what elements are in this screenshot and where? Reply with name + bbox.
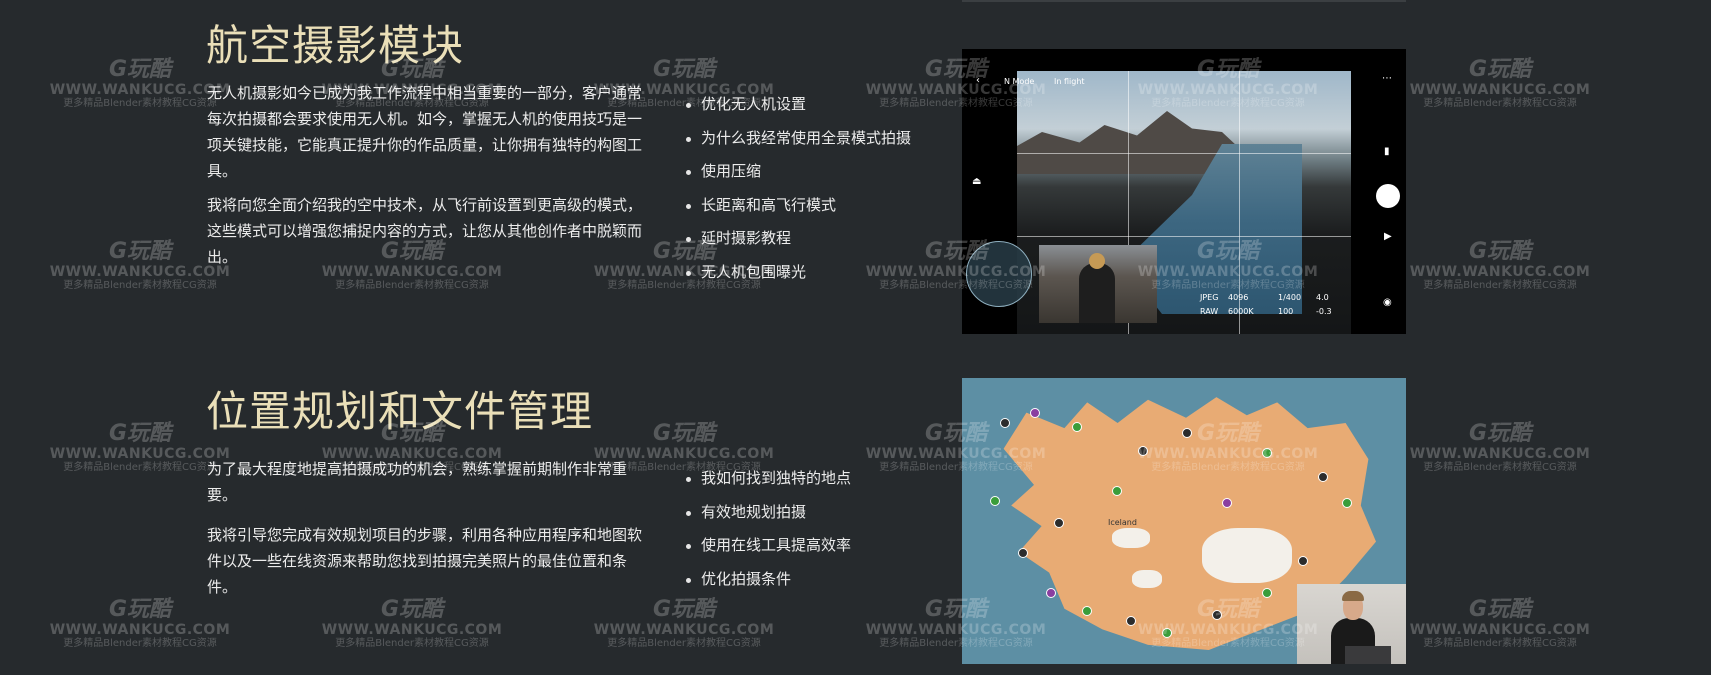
topic-list: 优化无人机设置 为什么我经常使用全景模式拍摄 使用压缩 长距离和高飞行模式 延时…: [683, 88, 911, 289]
map-pin: [1262, 588, 1272, 598]
topic-item: 有效地规划拍摄: [683, 496, 851, 530]
drone-screenshot-image: ‹ N Mode In flight ⋯ ⏏ ▮ ▶ ◉ JPEG 4096 1…: [962, 49, 1406, 334]
section-title: 航空摄影模块: [206, 21, 465, 70]
map-pin: [1046, 588, 1056, 598]
radar-map: [966, 241, 1032, 307]
ev-readout: -0.3: [1316, 307, 1332, 316]
map-pin: [1072, 422, 1082, 432]
aperture-readout: 4.0: [1316, 293, 1329, 302]
camera-icon: ◉: [1383, 297, 1392, 308]
map-pin: [1298, 556, 1308, 566]
iceland-map-image: Iceland: [962, 378, 1406, 664]
map-pin: [1222, 498, 1232, 508]
section-paragraph: 我将向您全面介绍我的空中技术，从飞行前设置到更高级的模式，这些模式可以增强您捕捉…: [207, 196, 643, 266]
back-icon: ‹: [976, 75, 980, 86]
shutter-readout: 1/400: [1278, 293, 1302, 302]
map-pin: [1112, 486, 1122, 496]
map-label: Iceland: [1108, 518, 1137, 527]
topic-item: 使用压缩: [683, 155, 911, 189]
topic-item: 我如何找到独特的地点: [683, 462, 851, 496]
presenter: [1079, 253, 1115, 323]
grid-line: [1017, 153, 1351, 154]
glacier: [1112, 528, 1150, 548]
map-pin: [990, 496, 1000, 506]
map-pin: [1082, 606, 1092, 616]
map-pin: [1126, 616, 1136, 626]
glacier: [1132, 570, 1162, 588]
topic-item: 为什么我经常使用全景模式拍摄: [683, 122, 911, 156]
grid-line: [1017, 236, 1351, 237]
topic-item: 优化拍摄条件: [683, 563, 851, 597]
divider: [962, 0, 1406, 2]
map-pin: [1054, 518, 1064, 528]
map-pin: [1212, 610, 1222, 620]
section-paragraph: 我将引导您完成有效规划项目的步骤，利用各种应用程序和地图软件以及一些在线资源来帮…: [207, 526, 643, 596]
lens-icon: ▮: [1384, 146, 1390, 157]
map-pin: [1182, 428, 1192, 438]
map-pin: [1318, 472, 1328, 482]
shutter-button: [1376, 184, 1400, 208]
flight-mode: N Mode: [1004, 77, 1035, 86]
takeoff-icon: ⏏: [972, 176, 982, 187]
topic-item: 使用在线工具提高效率: [683, 529, 851, 563]
glacier: [1202, 528, 1292, 583]
laptop: [1345, 646, 1391, 664]
map-pin: [1162, 628, 1172, 638]
raw-readout: RAW: [1200, 307, 1219, 316]
flight-status: In flight: [1054, 77, 1085, 86]
topic-list: 我如何找到独特的地点 有效地规划拍摄 使用在线工具提高效率 优化拍摄条件: [683, 462, 851, 596]
topic-item: 优化无人机设置: [683, 88, 911, 122]
section-paragraph: 无人机摄影如今已成为我工作流程中相当重要的一部分，客户通常每次拍摄都会要求使用无…: [207, 84, 643, 180]
presenter-hair: [1342, 591, 1364, 601]
map-pin: [1000, 418, 1010, 428]
topic-item: 长距离和高飞行模式: [683, 189, 911, 223]
more-icon: ⋯: [1382, 73, 1392, 84]
map-pin: [1030, 408, 1040, 418]
topic-item: 延时摄影教程: [683, 222, 911, 256]
format-readout: JPEG: [1200, 293, 1219, 302]
location-planning-section: 位置规划和文件管理 为了最大程度地提高拍摄成功的机会，熟练掌握前期制作非常重要。…: [0, 378, 1711, 668]
topic-item: 无人机包围曝光: [683, 256, 911, 290]
playback-icon: ▶: [1384, 231, 1392, 242]
map-pin: [1262, 448, 1272, 458]
resolution-readout: 4096: [1228, 293, 1249, 302]
presenter-webcam: [1297, 584, 1406, 664]
iso-readout: 100: [1278, 307, 1294, 316]
presenter-video: [1039, 245, 1157, 323]
section-paragraph: 为了最大程度地提高拍摄成功的机会，熟练掌握前期制作非常重要。: [207, 460, 628, 504]
map-pin: [1018, 548, 1028, 558]
section-title: 位置规划和文件管理: [206, 387, 594, 436]
map-pin: [1342, 498, 1352, 508]
white-balance-readout: 6000K: [1228, 307, 1254, 316]
map-pin: [1138, 446, 1148, 456]
aerial-module-section: 航空摄影模块 无人机摄影如今已成为我工作流程中相当重要的一部分，客户通常每次拍摄…: [0, 0, 1711, 335]
